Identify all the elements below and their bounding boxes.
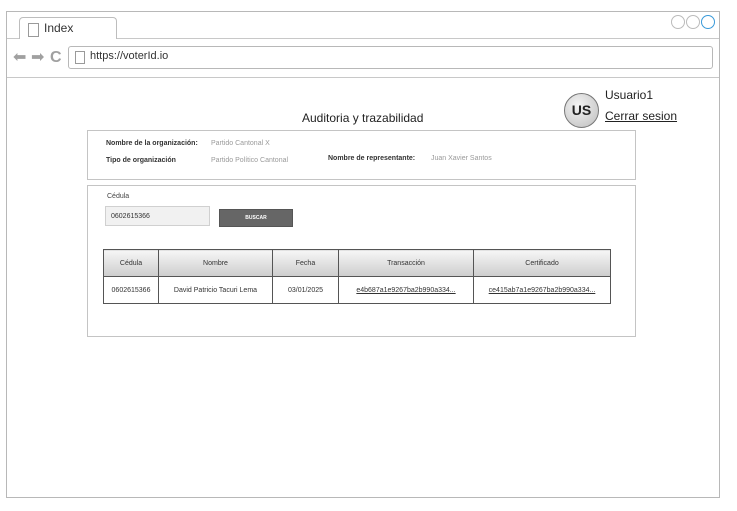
certificate-link[interactable]: ce415ab7a1e9267ba2b990a334... xyxy=(489,287,596,294)
cedula-input[interactable] xyxy=(105,206,210,226)
browser-toolbar: ⬅ ➡ C https://voterId.io xyxy=(7,39,719,78)
results-table: Cédula Nombre Fecha Transacción Certific… xyxy=(103,249,611,304)
page-content: US Usuario1 Cerrar sesion Auditoria y tr… xyxy=(7,78,719,497)
address-bar[interactable]: https://voterId.io xyxy=(68,46,713,69)
avatar[interactable]: US xyxy=(564,93,599,128)
back-arrow-icon[interactable]: ⬅ xyxy=(13,50,26,66)
logout-link[interactable]: Cerrar sesion xyxy=(605,109,677,123)
transaction-link[interactable]: e4b687a1e9267ba2b990a334... xyxy=(356,287,455,294)
search-button[interactable]: BUSCAR xyxy=(219,209,293,227)
table-header-row: Cédula Nombre Fecha Transacción Certific… xyxy=(103,249,611,277)
cell-fecha: 03/01/2025 xyxy=(272,276,339,304)
column-header-certificado: Certificado xyxy=(473,249,611,277)
close-circle-icon[interactable] xyxy=(701,15,715,29)
maximize-circle-icon[interactable] xyxy=(686,15,700,29)
column-header-transaccion: Transacción xyxy=(338,249,474,277)
column-header-nombre: Nombre xyxy=(158,249,273,277)
organization-panel: Nombre de la organización: Partido Canto… xyxy=(87,130,636,180)
forward-arrow-icon[interactable]: ➡ xyxy=(31,50,44,66)
org-type-label: Tipo de organización xyxy=(106,157,176,164)
tab-index[interactable]: Index xyxy=(19,17,117,40)
page-icon xyxy=(28,23,39,37)
representative-label: Nombre de representante: xyxy=(328,155,416,162)
org-name-label: Nombre de la organización: xyxy=(106,140,198,147)
org-type-value: Partido Político Cantonal xyxy=(211,157,289,164)
search-panel: Cédula BUSCAR Cédula Nombre Fecha Transa… xyxy=(87,185,636,337)
tab-label: Index xyxy=(44,21,74,35)
minimize-circle-icon[interactable] xyxy=(671,15,685,29)
table-row: 0602615366 David Patricio Tacuri Lema 03… xyxy=(103,276,611,304)
reload-icon[interactable]: C xyxy=(50,50,62,66)
tab-bar: Index xyxy=(7,12,719,40)
representative-value: Juan Xavier Santos xyxy=(431,155,492,162)
page-title: Auditoria y trazabilidad xyxy=(302,111,424,125)
browser-window: Index ⬅ ➡ C https://voterId.io US Usuari… xyxy=(6,11,720,498)
column-header-cedula: Cédula xyxy=(103,249,159,277)
cell-transaccion: e4b687a1e9267ba2b990a334... xyxy=(338,276,474,304)
cell-nombre: David Patricio Tacuri Lema xyxy=(158,276,273,304)
column-header-fecha: Fecha xyxy=(272,249,339,277)
cedula-label: Cédula xyxy=(107,193,130,200)
cell-certificado: ce415ab7a1e9267ba2b990a334... xyxy=(473,276,611,304)
username: Usuario1 xyxy=(605,88,654,102)
cell-cedula: 0602615366 xyxy=(103,276,159,304)
url-text: https://voterId.io xyxy=(90,50,169,62)
org-name-value: Partido Cantonal X xyxy=(211,140,270,147)
page-icon xyxy=(75,51,85,64)
